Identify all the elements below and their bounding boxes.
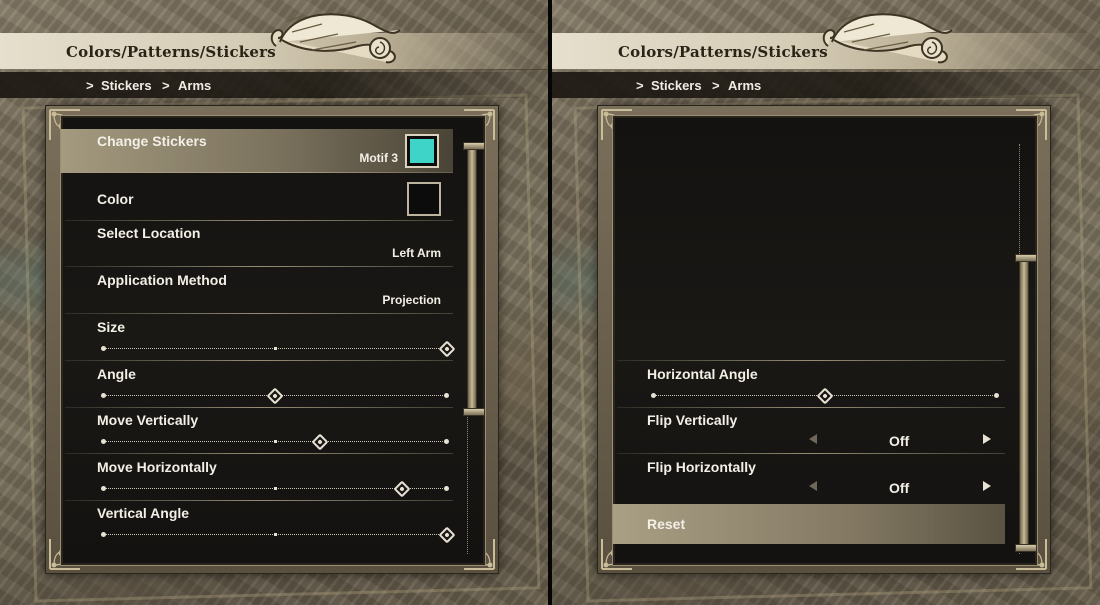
- slider-max-dot: [444, 486, 449, 491]
- option-label: Angle: [97, 366, 136, 382]
- slider-min-dot: [101, 532, 106, 537]
- options-panel: Horizontal Angle Flip Vertically Off Fli…: [597, 105, 1051, 574]
- slider-knob[interactable]: [438, 526, 456, 544]
- row-divider: [65, 266, 453, 267]
- options-list: Change Stickers Motif 3 Color Select Loc…: [60, 115, 486, 566]
- breadcrumb-separator: >: [712, 78, 720, 93]
- slider-max-dot: [444, 439, 449, 444]
- row-divider: [617, 453, 1005, 454]
- option-label: Change Stickers: [97, 133, 207, 149]
- left-screen: Colors/Patterns/Stickers > Stickers > Ar…: [0, 0, 548, 605]
- move-horizontally-slider[interactable]: [101, 480, 449, 498]
- breadcrumb: > Stickers > Arms: [552, 72, 1100, 98]
- slider-knob[interactable]: [311, 433, 329, 451]
- thumb-cap: [1015, 544, 1037, 552]
- row-divider: [65, 313, 453, 314]
- option-color[interactable]: Color: [61, 175, 453, 221]
- thumb-cap: [463, 142, 485, 150]
- option-label: Flip Vertically: [647, 412, 738, 428]
- row-divider: [65, 172, 453, 173]
- horizontal-angle-slider[interactable]: [651, 387, 999, 405]
- options-list: Horizontal Angle Flip Vertically Off Fli…: [612, 115, 1038, 566]
- slider-center-mark: [274, 347, 277, 350]
- slider-min-dot: [651, 393, 656, 398]
- scrollbar-thumb[interactable]: [463, 142, 485, 416]
- option-value: Motif 3: [359, 151, 398, 165]
- option-label: Application Method: [97, 272, 227, 288]
- option-value: Left Arm: [392, 246, 441, 260]
- scrollbar-track[interactable]: [463, 142, 485, 554]
- slider-center-mark: [274, 533, 277, 536]
- page-title: Colors/Patterns/Stickers: [66, 43, 276, 61]
- slider-knob[interactable]: [266, 387, 284, 405]
- slider-max-dot: [444, 393, 449, 398]
- slider-min-dot: [101, 346, 106, 351]
- slider-knob[interactable]: [438, 340, 456, 358]
- scrollbar-thumb[interactable]: [1015, 254, 1037, 552]
- scrollbar-track[interactable]: [1015, 144, 1037, 554]
- sticker-swatch[interactable]: [405, 134, 439, 168]
- option-label: Horizontal Angle: [647, 366, 758, 382]
- option-horizontal-angle[interactable]: Horizontal Angle: [613, 362, 1005, 408]
- option-vertical-angle[interactable]: Vertical Angle: [61, 501, 456, 547]
- slider-min-dot: [101, 393, 106, 398]
- arrow-right-icon[interactable]: [983, 434, 991, 444]
- arrow-left-icon[interactable]: [809, 481, 817, 491]
- option-size[interactable]: Size: [61, 315, 456, 361]
- arrow-right-icon[interactable]: [983, 481, 991, 491]
- scroll-icon: [270, 13, 401, 64]
- option-move-vertically[interactable]: Move Vertically: [61, 408, 453, 454]
- page-title: Colors/Patterns/Stickers: [618, 43, 828, 61]
- slider-min-dot: [101, 486, 106, 491]
- arrow-left-icon[interactable]: [809, 434, 817, 444]
- vertical-angle-slider[interactable]: [101, 526, 456, 544]
- size-slider[interactable]: [101, 340, 456, 358]
- slider-max-dot: [994, 393, 999, 398]
- option-angle[interactable]: Angle: [61, 362, 453, 408]
- option-label: Vertical Angle: [97, 505, 190, 521]
- sticker-swatch-fill: [410, 139, 434, 163]
- slider-knob[interactable]: [393, 480, 411, 498]
- row-divider: [617, 360, 1005, 361]
- breadcrumb-separator: >: [636, 78, 644, 93]
- row-divider: [65, 453, 453, 454]
- reset-label: Reset: [647, 516, 686, 532]
- slider-min-dot: [101, 439, 106, 444]
- option-label: Size: [97, 319, 126, 335]
- breadcrumb-separator: >: [86, 78, 94, 93]
- right-screen: Colors/Patterns/Stickers > Stickers > Ar…: [552, 0, 1100, 605]
- option-value: Projection: [382, 293, 441, 307]
- option-label: Color: [97, 191, 134, 207]
- breadcrumb-arms: Arms: [728, 78, 762, 93]
- row-divider: [65, 360, 453, 361]
- breadcrumb-stickers: Stickers: [101, 78, 152, 93]
- option-select-location[interactable]: Select Location Left Arm: [61, 221, 453, 267]
- options-panel: Change Stickers Motif 3 Color Select Loc…: [45, 105, 499, 574]
- slider-center-mark: [274, 487, 277, 490]
- breadcrumb: > Stickers > Arms: [0, 72, 548, 98]
- option-application-method[interactable]: Application Method Projection: [61, 268, 453, 314]
- scroll-icon: [822, 13, 953, 64]
- option-flip-horizontally[interactable]: Flip Horizontally Off: [613, 455, 1005, 501]
- thumb-cap: [463, 408, 485, 416]
- option-move-horizontally[interactable]: Move Horizontally: [61, 455, 453, 501]
- thumb-cap: [1015, 254, 1037, 262]
- slider-center-mark: [274, 440, 277, 443]
- option-label: Move Vertically: [97, 412, 199, 428]
- option-value: Off: [889, 480, 910, 496]
- option-change-stickers[interactable]: Change Stickers Motif 3: [61, 129, 453, 173]
- option-label: Flip Horizontally: [647, 459, 756, 475]
- move-vertically-slider[interactable]: [101, 433, 449, 451]
- breadcrumb-arms: Arms: [178, 78, 212, 93]
- color-swatch[interactable]: [407, 182, 441, 216]
- reset-button[interactable]: Reset: [613, 504, 1005, 544]
- option-label: Select Location: [97, 225, 201, 241]
- breadcrumb-stickers: Stickers: [651, 78, 702, 93]
- slider-knob[interactable]: [816, 387, 834, 405]
- option-value: Off: [889, 433, 910, 449]
- option-flip-vertically[interactable]: Flip Vertically Off: [613, 408, 1005, 454]
- angle-slider[interactable]: [101, 387, 449, 405]
- breadcrumb-separator: >: [162, 78, 170, 93]
- option-label: Move Horizontally: [97, 459, 217, 475]
